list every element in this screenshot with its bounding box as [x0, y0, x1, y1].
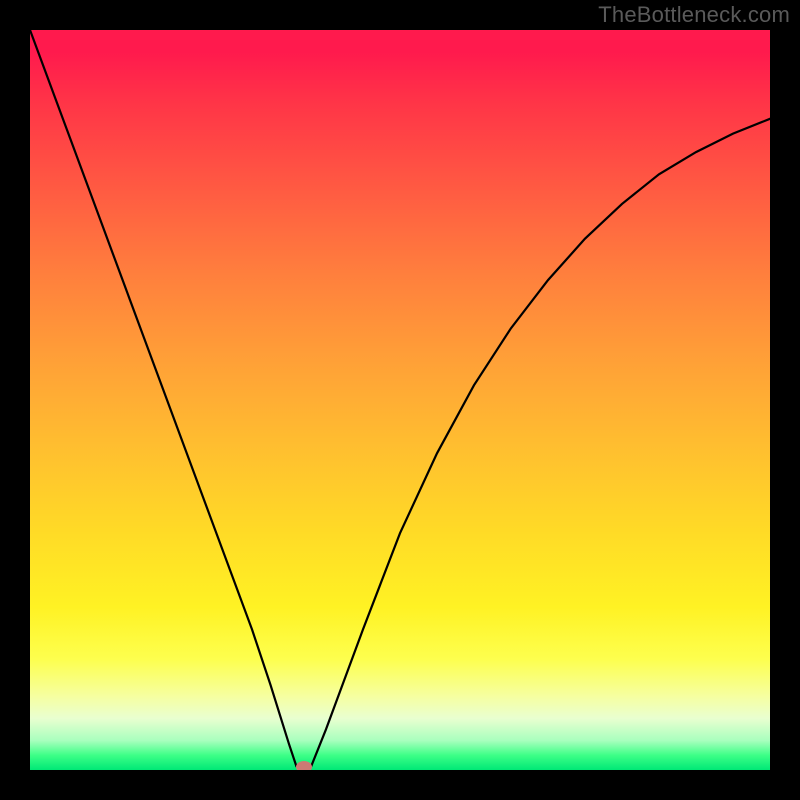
optimal-marker [296, 761, 312, 770]
watermark-text: TheBottleneck.com [598, 2, 790, 28]
chart-frame: TheBottleneck.com [0, 0, 800, 800]
plot-area [30, 30, 770, 770]
curve-svg [30, 30, 770, 770]
bottleneck-curve-path [30, 30, 770, 770]
